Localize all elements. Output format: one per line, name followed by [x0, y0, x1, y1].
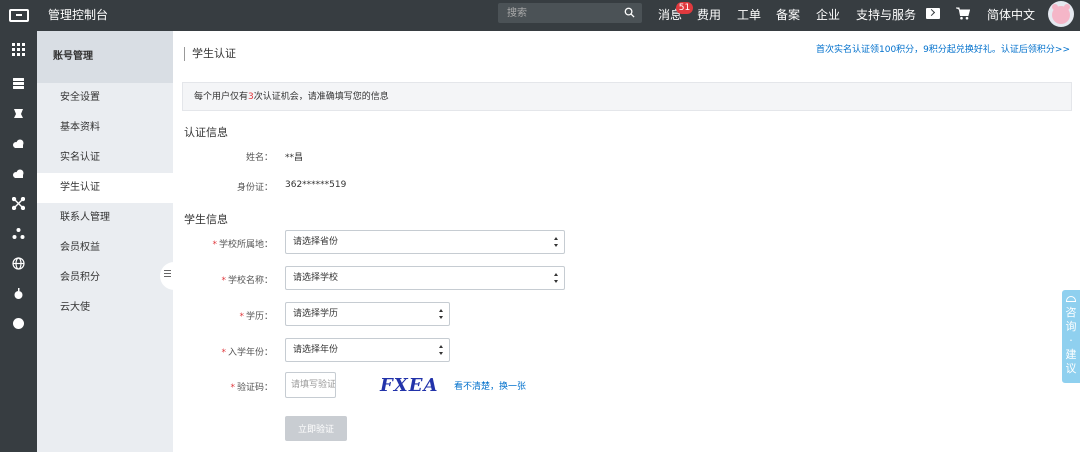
- promo-link[interactable]: 首次实名认证领100积分，9积分起兑换好礼。认证后领积分>>: [816, 42, 1070, 55]
- notice-prefix: 每个用户仅有: [194, 92, 249, 102]
- sidebar-item-student[interactable]: 学生认证: [37, 173, 173, 203]
- select-arrows-icon: [439, 309, 444, 319]
- notice-suffix: 次认证机会，请准确填写您的信息: [253, 92, 389, 102]
- enroll-year-label: * 入学年份：: [173, 345, 273, 358]
- required-mark: *: [239, 312, 244, 322]
- feedback-text: 咨询·建议: [1065, 306, 1077, 375]
- education-value: 请选择学历: [293, 309, 339, 319]
- school-region-label: * 学校所属地：: [173, 237, 273, 250]
- sidebar-item-member-benefits[interactable]: 会员权益: [37, 233, 173, 263]
- sidebar-item-realname[interactable]: 实名认证: [37, 143, 173, 173]
- chat-icon: [1066, 296, 1076, 302]
- notice-banner: 每个用户仅有3次认证机会，请准确填写您的信息: [182, 82, 1072, 111]
- network-icon[interactable]: [12, 197, 25, 210]
- select-arrows-icon: [439, 345, 444, 355]
- messages-badge: 51: [676, 2, 693, 14]
- search-box: [498, 3, 642, 23]
- product-icon-rail: [0, 31, 37, 452]
- required-mark: *: [230, 383, 235, 393]
- captcha-refresh-link[interactable]: 看不清楚，换一张: [454, 379, 526, 392]
- sidebar-item-member-points[interactable]: 会员积分: [37, 263, 173, 293]
- language-switcher[interactable]: 简体中文: [987, 0, 1035, 31]
- menu-icon: [164, 270, 171, 271]
- school-name-label: * 学校名称：: [173, 273, 273, 286]
- cart-icon[interactable]: [956, 7, 970, 20]
- name-label: 姓名：: [245, 153, 273, 163]
- search-input[interactable]: [498, 3, 620, 23]
- apple-icon[interactable]: [12, 287, 25, 300]
- user-avatar[interactable]: [1048, 1, 1074, 27]
- server-icon[interactable]: [12, 77, 25, 90]
- enroll-year-select[interactable]: 请选择年份: [285, 338, 450, 362]
- circle-icon[interactable]: [12, 317, 25, 330]
- enroll-year-value: 请选择年份: [293, 345, 339, 355]
- education-label: * 学历：: [173, 309, 273, 322]
- nav-filing[interactable]: 备案: [776, 0, 800, 31]
- select-arrows-icon: [554, 273, 559, 283]
- sidebar-item-ambassador[interactable]: 云大使: [37, 293, 173, 323]
- required-mark: *: [212, 240, 217, 250]
- console-title[interactable]: 管理控制台: [48, 0, 108, 31]
- submit-button[interactable]: 立即验证: [285, 416, 347, 441]
- required-mark: *: [221, 348, 226, 358]
- nav-enterprise[interactable]: 企业: [816, 0, 840, 31]
- student-section-title: 学生信息: [184, 213, 228, 226]
- search-icon[interactable]: [624, 7, 635, 18]
- top-bar: 管理控制台 消息 51 费用 工单 备案 企业 支持与服务 简体中文: [0, 0, 1080, 31]
- account-sidebar: 账号管理 安全设置 基本资料 实名认证 学生认证 联系人管理 会员权益 会员积分…: [37, 31, 173, 452]
- feedback-tab[interactable]: 咨询·建议: [1062, 290, 1080, 383]
- nav-tickets[interactable]: 工单: [737, 0, 761, 31]
- captcha-image[interactable]: FXEA: [379, 373, 439, 397]
- education-label-text: 学历：: [245, 312, 273, 322]
- captcha-label-text: 验证码：: [236, 383, 273, 393]
- nav-billing[interactable]: 费用: [697, 0, 721, 31]
- sidebar-item-contacts[interactable]: 联系人管理: [37, 203, 173, 233]
- captcha-input[interactable]: [285, 372, 336, 398]
- sidebar-item-profile[interactable]: 基本资料: [37, 113, 173, 143]
- sidebar-item-security[interactable]: 安全设置: [37, 83, 173, 113]
- cluster-icon[interactable]: [12, 227, 25, 240]
- captcha-label: * 验证码：: [173, 380, 273, 393]
- sidebar-title: 账号管理: [37, 31, 173, 83]
- name-value: **昌: [285, 153, 304, 163]
- id-label: 身份证：: [236, 183, 273, 193]
- school-name-label-text: 学校名称：: [227, 276, 273, 286]
- required-mark: *: [221, 276, 226, 286]
- cloud-upload-icon[interactable]: [12, 167, 25, 180]
- education-select[interactable]: 请选择学历: [285, 302, 450, 326]
- captcha-text: FXEA: [379, 375, 438, 396]
- terminal-icon[interactable]: [926, 8, 940, 19]
- avatar-face: [1052, 6, 1070, 24]
- school-region-value: 请选择省份: [293, 237, 339, 247]
- select-arrows-icon: [554, 237, 559, 247]
- auth-section-title: 认证信息: [184, 126, 228, 139]
- school-name-value: 请选择学校: [293, 273, 339, 283]
- id-value: 362******519: [285, 180, 347, 190]
- school-region-select[interactable]: 请选择省份: [285, 230, 565, 254]
- school-region-label-text: 学校所属地：: [218, 240, 273, 250]
- database-icon[interactable]: [12, 107, 25, 120]
- globe-icon[interactable]: [12, 257, 25, 270]
- aliyun-logo-icon[interactable]: [0, 0, 37, 31]
- grid-icon[interactable]: [12, 43, 25, 56]
- enroll-year-label-text: 入学年份：: [227, 348, 273, 358]
- main-content: 学生认证 首次实名认证领100积分，9积分起兑换好礼。认证后领积分>> 每个用户…: [173, 31, 1080, 452]
- cloud-icon[interactable]: [12, 137, 25, 150]
- school-name-select[interactable]: 请选择学校: [285, 266, 565, 290]
- nav-support[interactable]: 支持与服务: [856, 0, 916, 31]
- page-title: 学生认证: [184, 47, 236, 61]
